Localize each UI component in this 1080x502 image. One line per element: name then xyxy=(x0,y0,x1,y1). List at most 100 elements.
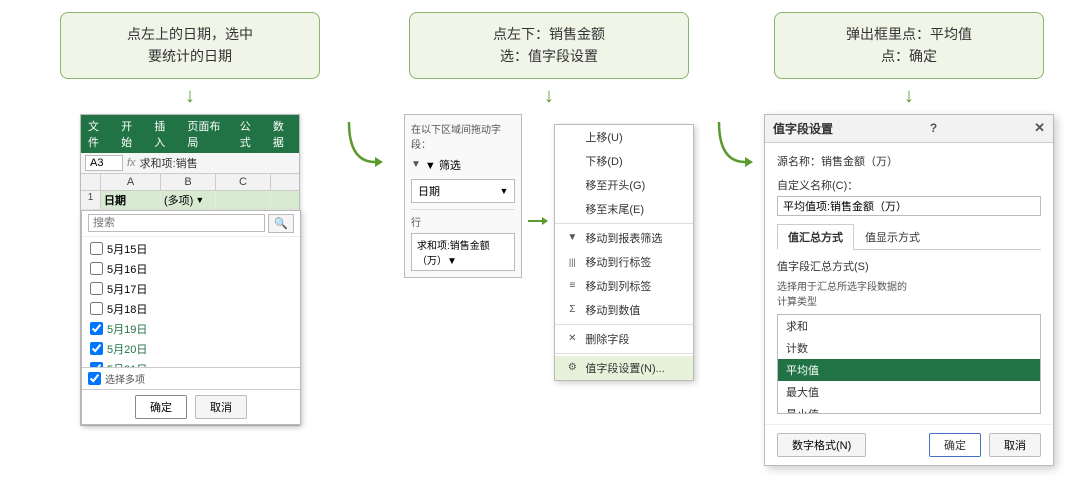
dialog-tabs: 值汇总方式 值显示方式 xyxy=(777,224,1041,250)
col-header-a: A xyxy=(101,174,161,190)
cell-b1[interactable]: (多项) ▼ xyxy=(161,191,216,209)
ribbon-layout[interactable]: 页面布局 xyxy=(180,115,232,153)
search-button[interactable]: 🔍 xyxy=(268,214,294,233)
dialog-footer: 数字格式(N) 确定 取消 xyxy=(765,424,1053,465)
dialog-cancel-button[interactable]: 取消 xyxy=(989,433,1041,457)
pivot-field-date-row: 日期 ▼ xyxy=(411,179,515,203)
filter-item-2[interactable]: 5月17日 xyxy=(82,279,300,299)
calc-item-count[interactable]: 计数 xyxy=(778,337,1040,359)
ribbon-data[interactable]: 数据 xyxy=(266,115,299,153)
filter-dropdown: 🔍 5月15日 5月16日 5月17日 5月18日 5月19日 5月20日 5月… xyxy=(81,210,301,425)
search-input[interactable] xyxy=(88,214,265,232)
panel2-content: 在以下区域间拖动字段： ▼ ▼ 筛选 日期 ▼ 行 求和项:销售金额（万）▼ xyxy=(404,114,694,381)
ctx-item-top[interactable]: 移至开头(G) xyxy=(555,173,693,197)
cell-c1 xyxy=(216,191,271,209)
col-header-b: B xyxy=(161,174,216,190)
ctx-item-bottom[interactable]: 移至末尾(E) xyxy=(555,197,693,221)
filter-footer: 选择多项 xyxy=(82,367,300,389)
cell-a1: 日期 xyxy=(101,191,161,209)
ribbon-formula[interactable]: 公式 xyxy=(233,115,266,153)
filter-list: 5月15日 5月16日 5月17日 5月18日 5月19日 5月20日 5月21… xyxy=(82,237,300,367)
calc-item-average[interactable]: 平均值 xyxy=(778,359,1040,381)
filter-move-icon: ▼ xyxy=(565,232,579,243)
row-item-label: 求和项:销售金额（万）▼ xyxy=(417,237,509,267)
filter-item-3[interactable]: 5月18日 xyxy=(82,299,300,319)
ctx-item-delete[interactable]: ✕删除字段 xyxy=(555,327,693,351)
instruction-2: 点左下：销售金额 选：值字段设置 xyxy=(409,12,689,79)
panel-3: 弹出框里点：平均值 点：确定 ↓ 值字段设置 ? ✕ 源名称：销售金额（万） 自… xyxy=(754,12,1064,466)
footer-right-buttons: 确定 取消 xyxy=(929,433,1041,457)
filter-icon: ▼ xyxy=(411,159,421,170)
panel-2: 点左下：销售金额 选：值字段设置 ↓ 在以下区域间拖动字段： ▼ ▼ 筛选 日期… xyxy=(384,12,714,381)
instruction-1: 点左上的日期，选中 要统计的日期 xyxy=(60,12,320,79)
tab-summarize[interactable]: 值汇总方式 xyxy=(777,224,854,250)
ctx-sep-3 xyxy=(555,353,693,354)
settings-icon: ⚙ xyxy=(565,362,579,373)
tab-show-values[interactable]: 值显示方式 xyxy=(854,224,931,249)
multi-select-label: 选择多项 xyxy=(105,371,145,386)
excel-row-1: 1 日期 (多项) ▼ xyxy=(81,191,299,210)
search-row: 🔍 xyxy=(82,211,300,237)
col-headers: A B C xyxy=(81,174,299,191)
calc-list: 求和 计数 平均值 最大值 最小值 乘积 xyxy=(777,314,1041,414)
ribbon-file[interactable]: 文件 xyxy=(81,115,114,153)
custom-name-label: 自定义名称(C)： xyxy=(777,177,1041,193)
ctx-item-up[interactable]: 上移(U) xyxy=(555,125,693,149)
dialog-ok-button[interactable]: 确定 xyxy=(929,433,981,457)
formula-content: 求和项:销售 xyxy=(140,155,295,171)
filter-item-4[interactable]: 5月19日 xyxy=(82,319,300,339)
name-box[interactable]: A3 xyxy=(85,155,123,171)
filter-item-0[interactable]: 5月15日 xyxy=(82,239,300,259)
dialog-close-icon[interactable]: ✕ xyxy=(1034,120,1045,136)
section-desc: 选择用于汇总所选字段数据的 计算类型 xyxy=(777,278,1041,308)
dialog-title: 值字段设置 xyxy=(773,120,833,137)
calc-item-max[interactable]: 最大值 xyxy=(778,381,1040,403)
delete-icon: ✕ xyxy=(565,333,579,344)
pivot-filter-row: ▼ ▼ 筛选 xyxy=(411,157,515,173)
sigma-icon: Σ xyxy=(565,304,579,315)
filter-ok-button[interactable]: 确定 xyxy=(135,395,187,419)
ctx-item-row[interactable]: |||移动到行标签 xyxy=(555,250,693,274)
pivot-row-item[interactable]: 求和项:销售金额（万）▼ xyxy=(411,233,515,271)
calc-item-min[interactable]: 最小值 xyxy=(778,403,1040,414)
value-field-dialog: 值字段设置 ? ✕ 源名称：销售金额（万） 自定义名称(C)： 值汇总方式 值显… xyxy=(764,114,1054,466)
instruction-3: 弹出框里点：平均值 点：确定 xyxy=(774,12,1044,79)
formula-bar: A3 fx 求和项:销售 xyxy=(81,153,299,174)
ctx-item-field-setting[interactable]: ⚙值字段设置(N)... xyxy=(555,356,693,380)
arrow-1-to-2 xyxy=(344,12,384,172)
multi-select-checkbox[interactable] xyxy=(88,372,101,385)
col-icon: ≡ xyxy=(565,280,579,291)
source-name-row: 源名称：销售金额（万） xyxy=(777,153,1041,169)
filter-item-1[interactable]: 5月16日 xyxy=(82,259,300,279)
pivot-area-label: 在以下区域间拖动字段： xyxy=(411,121,515,151)
ctx-item-col[interactable]: ≡移动到列标签 xyxy=(555,274,693,298)
filter-dropdown-icon[interactable]: ▼ xyxy=(195,195,204,205)
ctx-sep-2 xyxy=(555,324,693,325)
filter-item-5[interactable]: 5月20日 xyxy=(82,339,300,359)
filter-cancel-button[interactable]: 取消 xyxy=(195,395,247,419)
source-name-label: 源名称：销售金额（万） xyxy=(777,156,898,168)
arrow-2-to-3 xyxy=(714,12,754,172)
col-header-c: C xyxy=(216,174,271,190)
row-icon: ||| xyxy=(565,257,579,267)
ribbon-home[interactable]: 开始 xyxy=(114,115,147,153)
fx-label: fx xyxy=(127,157,136,169)
ctx-item-val[interactable]: Σ移动到数值 xyxy=(555,298,693,322)
field-dropdown-icon[interactable]: ▼ xyxy=(499,186,508,196)
filter-buttons: 确定 取消 xyxy=(82,389,300,424)
field-date: 日期 xyxy=(418,183,440,199)
custom-name-input[interactable] xyxy=(777,196,1041,216)
filter-item-6[interactable]: 5月21日 xyxy=(82,359,300,367)
context-menu: 上移(U) 下移(D) 移至开头(G) 移至末尾(E) ▼移动到报表筛选 |||… xyxy=(554,124,694,381)
calc-item-sum[interactable]: 求和 xyxy=(778,315,1040,337)
number-format-button[interactable]: 数字格式(N) xyxy=(777,433,866,457)
row-num-1: 1 xyxy=(81,191,101,209)
dialog-help: ? xyxy=(930,121,937,135)
row-num-header xyxy=(81,174,101,190)
dialog-title-bar: 值字段设置 ? ✕ xyxy=(765,115,1053,143)
panel-1: 点左上的日期，选中 要统计的日期 ↓ 文件 开始 插入 页面布局 公式 数据 A… xyxy=(36,12,344,426)
ctx-item-down[interactable]: 下移(D) xyxy=(555,149,693,173)
pivot-area: 在以下区域间拖动字段： ▼ ▼ 筛选 日期 ▼ 行 求和项:销售金额（万）▼ xyxy=(404,114,522,278)
ctx-item-filter[interactable]: ▼移动到报表筛选 xyxy=(555,226,693,250)
ribbon-insert[interactable]: 插入 xyxy=(147,115,180,153)
